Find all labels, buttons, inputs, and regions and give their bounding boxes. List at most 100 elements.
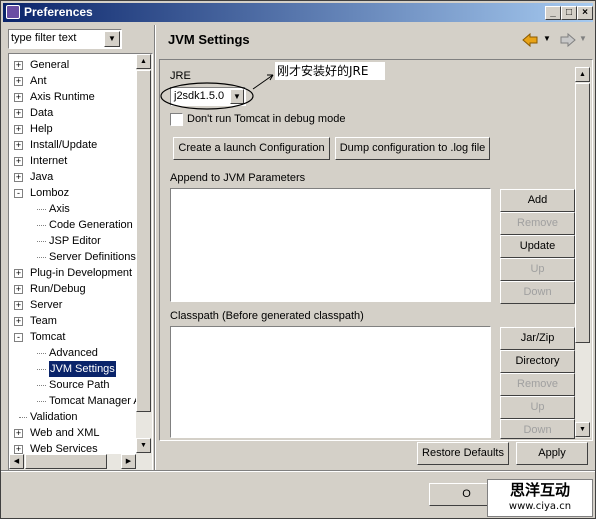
expand-icon[interactable]: + bbox=[14, 125, 23, 134]
tree-item[interactable]: Advanced bbox=[9, 345, 135, 361]
scroll-down-icon[interactable]: ▼ bbox=[136, 438, 151, 453]
tree-item[interactable]: + General bbox=[9, 57, 135, 73]
tree-item[interactable]: Axis bbox=[9, 201, 135, 217]
tree-item[interactable]: Code Generation bbox=[9, 217, 135, 233]
tree-item[interactable]: + Team bbox=[9, 313, 135, 329]
tree-item[interactable]: + Web and XML bbox=[9, 425, 135, 441]
annotation-text: 刚才安装好的JRE bbox=[275, 62, 385, 80]
content-vertical-scrollbar[interactable]: ▲ ▼ bbox=[575, 67, 591, 438]
tree-connector bbox=[37, 353, 46, 354]
scroll-up-icon[interactable]: ▲ bbox=[136, 54, 151, 69]
scroll-left-icon[interactable]: ◀ bbox=[9, 454, 24, 469]
ok-label: O bbox=[462, 488, 471, 500]
tree-item[interactable]: Server Definitions bbox=[9, 249, 136, 265]
expand-icon[interactable]: + bbox=[14, 157, 23, 166]
forward-menu-chevron-icon[interactable]: ▼ bbox=[579, 34, 587, 43]
tree-item-label: JVM Settings bbox=[49, 361, 116, 377]
expand-icon[interactable]: + bbox=[14, 445, 23, 454]
minimize-button[interactable]: _ bbox=[545, 6, 561, 20]
expand-icon[interactable]: + bbox=[14, 269, 23, 278]
tree-item-label: Ant bbox=[30, 75, 47, 87]
back-arrow-icon[interactable] bbox=[521, 31, 541, 49]
chevron-down-icon[interactable]: ▼ bbox=[104, 31, 120, 47]
tree-item[interactable]: Validation bbox=[9, 409, 135, 425]
hscroll-thumb[interactable] bbox=[25, 454, 107, 469]
collapse-icon[interactable]: - bbox=[14, 333, 23, 342]
tree-item-label: Plug-in Development bbox=[30, 267, 133, 279]
tree-horizontal-scrollbar[interactable]: ◀ ▶ bbox=[9, 454, 152, 470]
tree-item[interactable]: + Help bbox=[9, 121, 135, 137]
expand-icon[interactable]: + bbox=[14, 429, 23, 438]
tree-item[interactable]: Tomcat Manager A bbox=[9, 393, 141, 409]
parameter-up-button[interactable]: Up bbox=[500, 258, 575, 281]
jvm-parameters-list[interactable] bbox=[170, 188, 491, 302]
filter-input[interactable]: type filter text ▼ bbox=[8, 29, 122, 49]
tree-item[interactable]: + Ant bbox=[9, 73, 135, 89]
expand-icon[interactable]: + bbox=[14, 141, 23, 150]
tree-item[interactable]: + Server bbox=[9, 297, 135, 313]
tree-item[interactable]: - Tomcat bbox=[9, 329, 135, 345]
tree-item[interactable]: + Java bbox=[9, 169, 135, 185]
preferences-icon bbox=[6, 5, 20, 19]
filter-text: type filter text bbox=[11, 32, 77, 44]
tree-item[interactable]: + Data bbox=[9, 105, 135, 121]
tree-item[interactable]: - Lomboz bbox=[9, 185, 135, 201]
parameter-down-button[interactable]: Down bbox=[500, 281, 575, 304]
tree-item[interactable]: JVM Settings bbox=[9, 361, 135, 377]
add-directory-button[interactable]: Directory bbox=[500, 350, 575, 373]
tree-item-label: Advanced bbox=[49, 347, 98, 359]
scroll-right-icon[interactable]: ▶ bbox=[121, 454, 136, 469]
expand-icon[interactable]: + bbox=[14, 173, 23, 182]
forward-arrow-icon[interactable] bbox=[557, 31, 577, 49]
update-parameter-button[interactable]: Update bbox=[500, 235, 575, 258]
add-parameter-button[interactable]: Add bbox=[500, 189, 575, 212]
back-menu-chevron-icon[interactable]: ▼ bbox=[543, 34, 551, 43]
tree-item[interactable]: Source Path bbox=[9, 377, 135, 393]
restore-defaults-button[interactable]: Restore Defaults bbox=[417, 442, 509, 465]
create-launch-configuration-button[interactable]: Create a launch Configuration bbox=[173, 137, 330, 160]
watermark-url: www.ciya.cn bbox=[508, 501, 572, 512]
classpath-list[interactable] bbox=[170, 326, 491, 438]
preferences-tree: + General + Ant + Axis Runtime + Data + Help + Inst… bbox=[8, 53, 153, 471]
remove-classpath-button[interactable]: Remove bbox=[500, 373, 575, 396]
append-jvm-label: Append to JVM Parameters bbox=[170, 172, 306, 184]
tree-item[interactable]: + Axis Runtime bbox=[9, 89, 135, 105]
tree-item[interactable]: + Install/Update bbox=[9, 137, 135, 153]
pane-sash[interactable] bbox=[154, 25, 156, 471]
expand-icon[interactable]: + bbox=[14, 317, 23, 326]
scroll-thumb[interactable] bbox=[136, 70, 151, 412]
site-watermark: 思洋互动 www.ciya.cn bbox=[487, 479, 593, 517]
expand-icon[interactable]: + bbox=[14, 77, 23, 86]
content-scroll-thumb[interactable] bbox=[575, 83, 590, 343]
close-button[interactable]: × bbox=[577, 6, 593, 20]
title-bar[interactable]: Preferences _ □ × bbox=[3, 3, 593, 22]
remove-parameter-button[interactable]: Remove bbox=[500, 212, 575, 235]
classpath-label: Classpath (Before generated classpath) bbox=[170, 310, 364, 322]
scroll-up-icon[interactable]: ▲ bbox=[575, 67, 590, 82]
tree-connector bbox=[37, 369, 46, 370]
tree-item-label: Lomboz bbox=[30, 187, 70, 199]
expand-icon[interactable]: + bbox=[14, 93, 23, 102]
classpath-down-button[interactable]: Down bbox=[500, 419, 575, 439]
dump-configuration-button[interactable]: Dump configuration to .log file bbox=[335, 137, 490, 160]
tree-item-label: Axis bbox=[49, 203, 70, 215]
apply-button[interactable]: Apply bbox=[516, 442, 588, 465]
tree-item[interactable]: JSP Editor bbox=[9, 233, 135, 249]
tree-item-label: Validation bbox=[30, 411, 78, 423]
scroll-down-icon[interactable]: ▼ bbox=[575, 422, 590, 437]
maximize-button[interactable]: □ bbox=[561, 6, 577, 20]
tree-item[interactable]: + Internet bbox=[9, 153, 135, 169]
tree-item[interactable]: + Plug-in Development bbox=[9, 265, 135, 281]
add-jarzip-button[interactable]: Jar/Zip bbox=[500, 327, 575, 350]
tree-vertical-scrollbar[interactable]: ▲ ▼ bbox=[136, 54, 152, 454]
tree-item[interactable]: + Run/Debug bbox=[9, 281, 135, 297]
tree-item-label: Server bbox=[30, 299, 63, 311]
collapse-icon[interactable]: - bbox=[14, 189, 23, 198]
watermark-title: 思洋互动 bbox=[509, 481, 570, 499]
expand-icon[interactable]: + bbox=[14, 61, 23, 70]
expand-icon[interactable]: + bbox=[14, 301, 23, 310]
debug-mode-checkbox[interactable] bbox=[170, 113, 183, 126]
expand-icon[interactable]: + bbox=[14, 109, 23, 118]
expand-icon[interactable]: + bbox=[14, 285, 23, 294]
classpath-up-button[interactable]: Up bbox=[500, 396, 575, 419]
